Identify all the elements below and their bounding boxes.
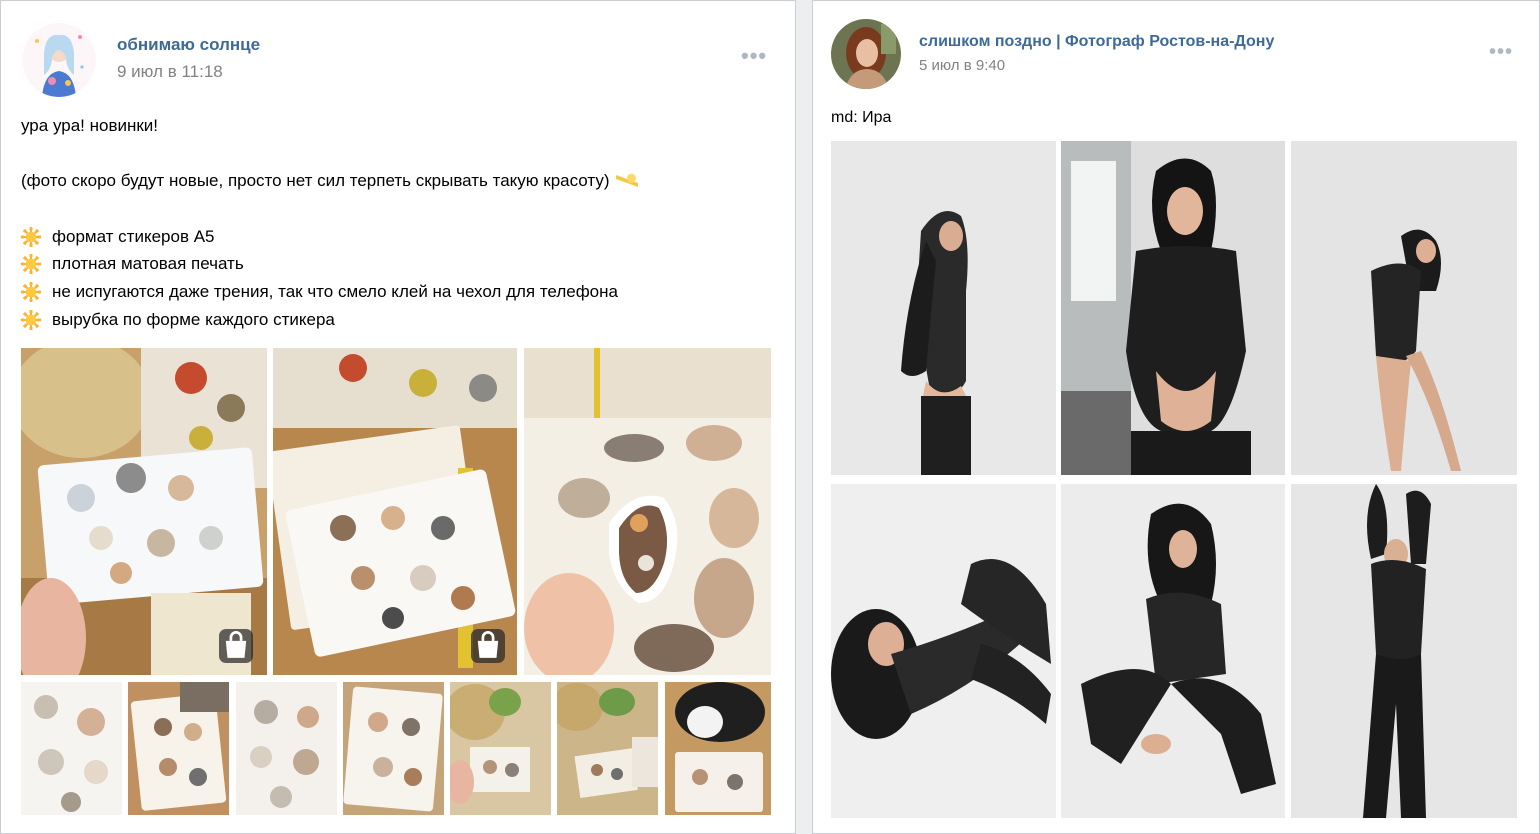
bullet-text: плотная матовая печать	[52, 254, 244, 274]
post-photo[interactable]	[1291, 484, 1517, 818]
sun-emoji-icon	[21, 309, 41, 330]
bullet-line: вырубка по форме каждого стикера	[21, 306, 638, 334]
post-date[interactable]: 9 июл в 11:18	[117, 62, 223, 82]
post-photo[interactable]	[21, 348, 267, 675]
post-photo[interactable]	[1061, 141, 1285, 475]
post-thumbnail[interactable]	[343, 682, 444, 815]
author-avatar[interactable]	[22, 23, 96, 97]
post-card: обнимаю солнце 9 июл в 11:18 ••• ура ура…	[0, 0, 796, 834]
post-thumbnail[interactable]	[21, 682, 122, 815]
sun-emoji-icon	[21, 254, 41, 275]
shopping-bag-icon[interactable]	[219, 629, 253, 663]
post-date[interactable]: 5 июл в 9:40	[919, 57, 1005, 74]
more-options-icon[interactable]: •••	[1489, 42, 1513, 62]
bullet-text: формат стикеров А5	[52, 226, 215, 246]
post-thumbnail[interactable]	[128, 682, 229, 815]
shopping-bag-icon[interactable]	[471, 629, 505, 663]
text-line: (фото скоро будут новые, просто нет сил …	[21, 167, 638, 195]
post-card: слишком поздно | Фотограф Ростов-на-Дону…	[812, 0, 1540, 834]
text-line: ура ура! новинки!	[21, 116, 159, 135]
sun-emoji-icon	[21, 226, 41, 247]
bullet-line: формат стикеров А5	[21, 223, 638, 251]
text-spacer	[21, 195, 638, 223]
post-text: ура ура! новинки! (фото скоро будут новы…	[21, 112, 638, 334]
post-thumbnail[interactable]	[557, 682, 658, 815]
post-photo[interactable]	[831, 484, 1056, 818]
text-line-content: (фото скоро будут новые, просто нет сил …	[21, 171, 610, 191]
bullet-text: не испугаются даже трения, так что смело…	[52, 282, 618, 302]
more-options-icon[interactable]: •••	[741, 45, 767, 67]
author-avatar[interactable]	[831, 19, 901, 89]
bullet-line: плотная матовая печать	[21, 250, 638, 278]
bullet-text: вырубка по форме каждого стикера	[52, 309, 335, 329]
post-thumbnail[interactable]	[665, 682, 771, 815]
post-photo[interactable]	[524, 348, 771, 675]
post-photo[interactable]	[273, 348, 517, 675]
sun-emoji-icon	[21, 281, 41, 302]
post-thumbnail[interactable]	[450, 682, 551, 815]
post-text: md: Ира	[831, 109, 892, 126]
post-photo[interactable]	[1291, 141, 1517, 475]
bullet-line: не испугаются даже трения, так что смело…	[21, 278, 638, 306]
sparkle-emoji-icon	[615, 172, 638, 191]
author-name[interactable]: обнимаю солнце	[117, 35, 260, 55]
post-photo[interactable]	[1061, 484, 1285, 818]
post-photo[interactable]	[831, 141, 1056, 475]
author-name[interactable]: слишком поздно | Фотограф Ростов-на-Дону	[919, 33, 1274, 51]
text-spacer	[21, 140, 638, 168]
post-thumbnail[interactable]	[236, 682, 337, 815]
